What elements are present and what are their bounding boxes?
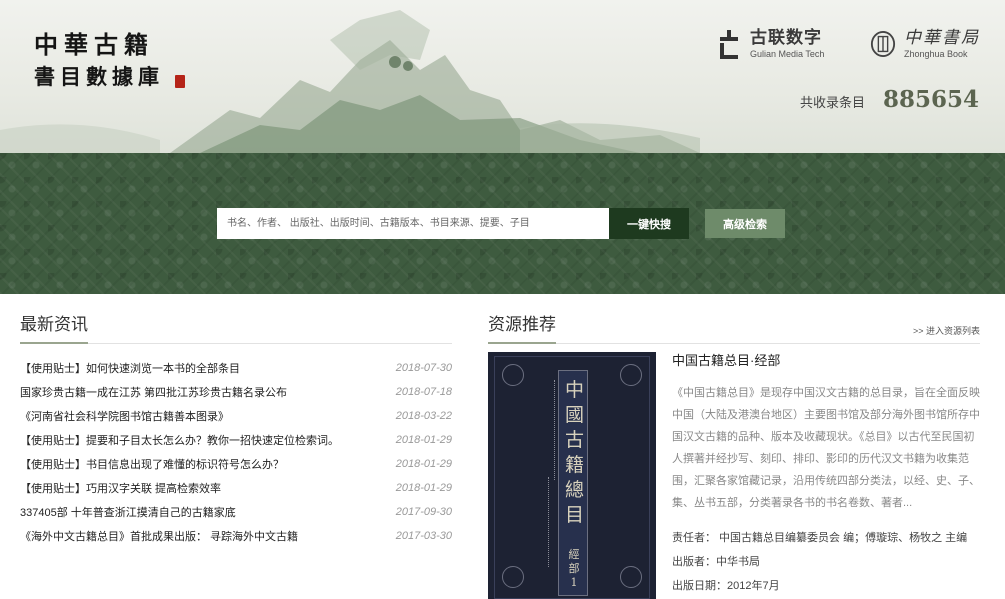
list-item[interactable]: 【使用贴士】提要和子目太长怎么办？教你一招快速定位检索词。 2018-01-29: [20, 428, 452, 452]
resources-section: 资源推荐 >> 进入资源列表 中國古籍總目 經部1 中国古籍总目·经部 《中国古…: [488, 314, 980, 599]
resource-author: 责任者： 中国古籍总目编纂委员会 编；傅璇琮、杨牧之 主编: [672, 532, 968, 544]
news-item-date: 2018-03-22: [395, 410, 452, 422]
news-item-date: 2018-01-29: [395, 458, 452, 470]
zhonghua-seal-icon: [870, 29, 896, 59]
list-item[interactable]: 337405部 十年普查浙江摸清自己的古籍家底 2017-09-30: [20, 500, 452, 524]
cover-volume: 經部1: [568, 548, 580, 589]
news-item-date: 2017-03-30: [395, 530, 452, 542]
cover-ornament-icon: [620, 364, 642, 386]
partner-gulian-english: Gulian Media Tech: [750, 49, 825, 59]
news-item-title[interactable]: 【使用贴士】巧用汉字关联 提高检索效率: [20, 480, 221, 496]
list-item[interactable]: 【使用贴士】书目信息出现了难懂的标识符号怎么办？ 2018-01-29: [20, 452, 452, 476]
list-item[interactable]: 《海外中文古籍总目》首批成果出版： 寻踪海外中文古籍 2017-03-30: [20, 524, 452, 548]
total-records: 共收录条目 885654: [800, 86, 979, 113]
news-item-date: 2017-09-30: [395, 506, 452, 518]
search-band: 一键快搜 高级检索: [0, 153, 1005, 294]
list-item[interactable]: 国家珍贵古籍一成在江苏 第四批江苏珍贵古籍名录公布 2018-07-18: [20, 380, 452, 404]
cover-small-text-line: [548, 477, 554, 567]
book-cover-image[interactable]: 中國古籍總目 經部1: [488, 352, 656, 599]
logo-line-2: 書目數據庫: [34, 64, 164, 89]
resources-title: 资源推荐: [488, 314, 556, 344]
resource-list-link[interactable]: >> 进入资源列表: [913, 324, 980, 337]
search-input[interactable]: [217, 208, 609, 239]
news-title: 最新资讯: [20, 314, 88, 344]
logo-line-1: 中華古籍: [34, 30, 154, 59]
news-item-title[interactable]: 国家珍贵古籍一成在江苏 第四批江苏珍贵古籍名录公布: [20, 384, 287, 400]
list-item[interactable]: 《河南省社会科学院图书馆古籍善本图录》 2018-03-22: [20, 404, 452, 428]
site-logo[interactable]: 中華古籍 書目數據庫: [34, 30, 185, 92]
news-list: 【使用贴士】如何快速浏览一本书的全部条目 2018-07-30 国家珍贵古籍一成在…: [20, 356, 452, 548]
partner-zhonghua[interactable]: 中華書局 Zhonghua Book: [870, 28, 980, 60]
news-item-title[interactable]: 【使用贴士】如何快速浏览一本书的全部条目: [20, 360, 240, 376]
news-item-title[interactable]: 337405部 十年普查浙江摸清自己的古籍家底: [20, 504, 236, 520]
resources-header: 资源推荐: [488, 314, 980, 344]
total-records-label: 共收录条目: [799, 95, 865, 110]
quick-search-button[interactable]: 一键快搜: [609, 208, 689, 239]
resource-details: 中国古籍总目·经部 《中国古籍总目》是现存中国汉文古籍的总目录，旨在全面反映中国…: [672, 352, 980, 598]
partner-zhonghua-name: 中華書局: [904, 28, 980, 48]
partner-zhonghua-english: Zhonghua Book: [904, 49, 968, 59]
gulian-logo-icon: [716, 29, 742, 59]
news-section: 最新资讯 【使用贴士】如何快速浏览一本书的全部条目 2018-07-30 国家珍贵…: [20, 314, 452, 548]
partner-gulian[interactable]: 古联数字 Gulian Media Tech: [716, 28, 824, 60]
cover-ornament-icon: [502, 364, 524, 386]
news-item-title[interactable]: 【使用贴士】书目信息出现了难懂的标识符号怎么办？: [20, 456, 284, 472]
resource-publisher: 出版者：中华书局: [672, 556, 760, 568]
news-item-title[interactable]: 《海外中文古籍总目》首批成果出版： 寻踪海外中文古籍: [20, 528, 298, 544]
total-records-count: 885654: [882, 86, 979, 113]
site-header: 中華古籍 書目數據庫 古联数字 Gulian Media Tech 中華書局 Z…: [0, 0, 1005, 153]
list-item[interactable]: 【使用贴士】如何快速浏览一本书的全部条目 2018-07-30: [20, 356, 452, 380]
cover-title: 中國古籍總目: [565, 379, 585, 526]
cover-small-text-line: [554, 380, 560, 480]
resource-date: 出版日期：2012年7月: [672, 580, 780, 592]
partner-gulian-name: 古联数字: [750, 28, 822, 47]
list-item[interactable]: 【使用贴士】巧用汉字关联 提高检索效率 2018-01-29: [20, 476, 452, 500]
news-item-date: 2018-07-30: [395, 362, 452, 374]
resource-title[interactable]: 中国古籍总目·经部: [672, 352, 980, 370]
news-item-title[interactable]: 《河南省社会科学院图书馆古籍善本图录》: [20, 408, 229, 424]
cover-ornament-icon: [620, 566, 642, 588]
news-item-date: 2018-07-18: [395, 386, 452, 398]
news-item-date: 2018-01-29: [395, 482, 452, 494]
red-seal-icon: [175, 75, 185, 88]
news-item-title[interactable]: 【使用贴士】提要和子目太长怎么办？教你一招快速定位检索词。: [20, 432, 339, 448]
advanced-search-button[interactable]: 高级检索: [705, 209, 785, 238]
news-item-date: 2018-01-29: [395, 434, 452, 446]
resource-description: 《中国古籍总目》是现存中国汉文古籍的总目录，旨在全面反映中国（大陆及港澳台地区）…: [672, 387, 980, 509]
news-header: 最新资讯: [20, 314, 452, 344]
resource-meta: 责任者： 中国古籍总目编纂委员会 编；傅璇琮、杨牧之 主编 出版者：中华书局 出…: [672, 526, 980, 598]
cover-ornament-icon: [502, 566, 524, 588]
